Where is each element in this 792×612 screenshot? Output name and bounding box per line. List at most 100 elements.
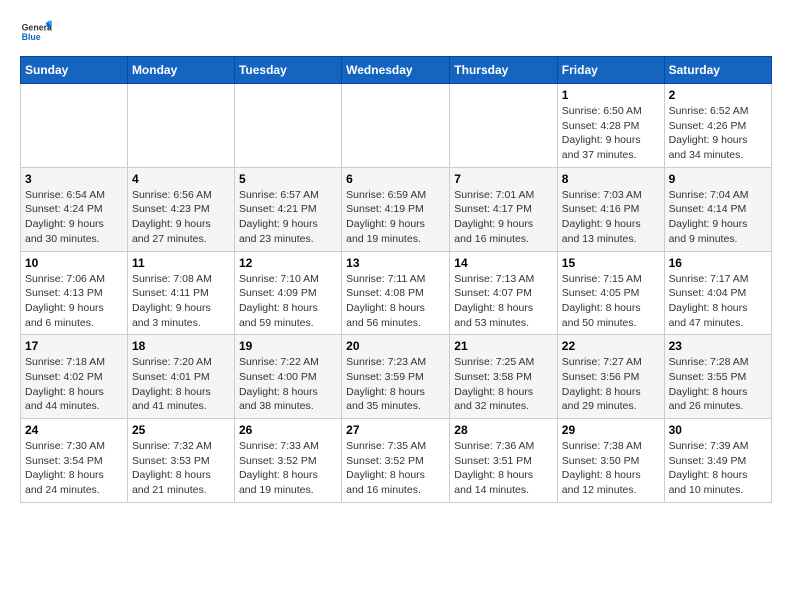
day-number: 24 bbox=[25, 423, 123, 437]
day-number: 11 bbox=[132, 256, 230, 270]
day-number: 5 bbox=[239, 172, 337, 186]
calendar-cell: 26 Sunrise: 7:33 AM Sunset: 3:52 PM Dayli… bbox=[234, 419, 341, 503]
day-number: 20 bbox=[346, 339, 445, 353]
day-number: 7 bbox=[454, 172, 553, 186]
day-number: 19 bbox=[239, 339, 337, 353]
day-detail: Sunrise: 7:10 AM Sunset: 4:09 PM Dayligh… bbox=[239, 272, 337, 331]
day-detail: Sunrise: 7:17 AM Sunset: 4:04 PM Dayligh… bbox=[669, 272, 767, 331]
calendar-cell: 15 Sunrise: 7:15 AM Sunset: 4:05 PM Dayli… bbox=[557, 251, 664, 335]
day-detail: Sunrise: 7:33 AM Sunset: 3:52 PM Dayligh… bbox=[239, 439, 337, 498]
calendar-cell: 3 Sunrise: 6:54 AM Sunset: 4:24 PM Daylig… bbox=[21, 167, 128, 251]
calendar-body: 1 Sunrise: 6:50 AM Sunset: 4:28 PM Daylig… bbox=[21, 84, 772, 503]
day-detail: Sunrise: 7:08 AM Sunset: 4:11 PM Dayligh… bbox=[132, 272, 230, 331]
day-number: 21 bbox=[454, 339, 553, 353]
header-cell-tuesday: Tuesday bbox=[234, 57, 341, 84]
calendar-cell: 19 Sunrise: 7:22 AM Sunset: 4:00 PM Dayli… bbox=[234, 335, 341, 419]
day-number: 17 bbox=[25, 339, 123, 353]
calendar-cell: 21 Sunrise: 7:25 AM Sunset: 3:58 PM Dayli… bbox=[450, 335, 558, 419]
header-cell-sunday: Sunday bbox=[21, 57, 128, 84]
day-detail: Sunrise: 7:25 AM Sunset: 3:58 PM Dayligh… bbox=[454, 355, 553, 414]
day-number: 15 bbox=[562, 256, 660, 270]
calendar-cell: 28Sunrise: 7:36 AM Sunset: 3:51 PM Dayli… bbox=[450, 419, 558, 503]
day-number: 3 bbox=[25, 172, 123, 186]
svg-text:Blue: Blue bbox=[22, 32, 41, 42]
day-detail: Sunrise: 7:20 AM Sunset: 4:01 PM Dayligh… bbox=[132, 355, 230, 414]
header-cell-friday: Friday bbox=[557, 57, 664, 84]
calendar-cell: 14 Sunrise: 7:13 AM Sunset: 4:07 PM Dayli… bbox=[450, 251, 558, 335]
day-detail: Sunrise: 7:30 AM Sunset: 3:54 PM Dayligh… bbox=[25, 439, 123, 498]
calendar-cell bbox=[234, 84, 341, 168]
calendar-cell: 2Sunrise: 6:52 AM Sunset: 4:26 PM Daylig… bbox=[664, 84, 771, 168]
day-number: 1 bbox=[562, 88, 660, 102]
day-number: 16 bbox=[669, 256, 767, 270]
day-detail: Sunrise: 7:03 AM Sunset: 4:16 PM Dayligh… bbox=[562, 188, 660, 247]
header-cell-wednesday: Wednesday bbox=[342, 57, 450, 84]
header-cell-monday: Monday bbox=[127, 57, 234, 84]
logo: General Blue bbox=[20, 16, 58, 48]
day-number: 13 bbox=[346, 256, 445, 270]
calendar-cell: 13 Sunrise: 7:11 AM Sunset: 4:08 PM Dayli… bbox=[342, 251, 450, 335]
calendar-cell: 12Sunrise: 7:10 AM Sunset: 4:09 PM Dayli… bbox=[234, 251, 341, 335]
day-number: 25 bbox=[132, 423, 230, 437]
day-number: 27 bbox=[346, 423, 445, 437]
logo-icon: General Blue bbox=[20, 16, 52, 48]
calendar-cell bbox=[450, 84, 558, 168]
day-detail: Sunrise: 7:35 AM Sunset: 3:52 PM Dayligh… bbox=[346, 439, 445, 498]
day-detail: Sunrise: 7:11 AM Sunset: 4:08 PM Dayligh… bbox=[346, 272, 445, 331]
calendar-cell: 11 Sunrise: 7:08 AM Sunset: 4:11 PM Dayli… bbox=[127, 251, 234, 335]
calendar-week-5: 24 Sunrise: 7:30 AM Sunset: 3:54 PM Dayli… bbox=[21, 419, 772, 503]
header-cell-saturday: Saturday bbox=[664, 57, 771, 84]
day-number: 4 bbox=[132, 172, 230, 186]
day-detail: Sunrise: 7:28 AM Sunset: 3:55 PM Dayligh… bbox=[669, 355, 767, 414]
day-number: 10 bbox=[25, 256, 123, 270]
calendar-cell: 7 Sunrise: 7:01 AM Sunset: 4:17 PM Daylig… bbox=[450, 167, 558, 251]
day-detail: Sunrise: 7:36 AM Sunset: 3:51 PM Dayligh… bbox=[454, 439, 553, 498]
day-number: 23 bbox=[669, 339, 767, 353]
calendar-cell: 8 Sunrise: 7:03 AM Sunset: 4:16 PM Daylig… bbox=[557, 167, 664, 251]
calendar-cell bbox=[127, 84, 234, 168]
calendar-cell: 24 Sunrise: 7:30 AM Sunset: 3:54 PM Dayli… bbox=[21, 419, 128, 503]
calendar-table: SundayMondayTuesdayWednesdayThursdayFrid… bbox=[20, 56, 772, 503]
day-detail: Sunrise: 6:56 AM Sunset: 4:23 PM Dayligh… bbox=[132, 188, 230, 247]
calendar-cell: 29Sunrise: 7:38 AM Sunset: 3:50 PM Dayli… bbox=[557, 419, 664, 503]
day-detail: Sunrise: 7:18 AM Sunset: 4:02 PM Dayligh… bbox=[25, 355, 123, 414]
day-detail: Sunrise: 7:06 AM Sunset: 4:13 PM Dayligh… bbox=[25, 272, 123, 331]
day-detail: Sunrise: 7:27 AM Sunset: 3:56 PM Dayligh… bbox=[562, 355, 660, 414]
header: General Blue bbox=[20, 16, 772, 48]
day-detail: Sunrise: 7:15 AM Sunset: 4:05 PM Dayligh… bbox=[562, 272, 660, 331]
calendar-cell: 18Sunrise: 7:20 AM Sunset: 4:01 PM Dayli… bbox=[127, 335, 234, 419]
day-number: 29 bbox=[562, 423, 660, 437]
calendar-week-3: 10 Sunrise: 7:06 AM Sunset: 4:13 PM Dayli… bbox=[21, 251, 772, 335]
day-detail: Sunrise: 7:39 AM Sunset: 3:49 PM Dayligh… bbox=[669, 439, 767, 498]
calendar-cell: 5Sunrise: 6:57 AM Sunset: 4:21 PM Daylig… bbox=[234, 167, 341, 251]
day-detail: Sunrise: 7:01 AM Sunset: 4:17 PM Dayligh… bbox=[454, 188, 553, 247]
calendar-cell: 9 Sunrise: 7:04 AM Sunset: 4:14 PM Daylig… bbox=[664, 167, 771, 251]
day-number: 14 bbox=[454, 256, 553, 270]
calendar-week-4: 17 Sunrise: 7:18 AM Sunset: 4:02 PM Dayli… bbox=[21, 335, 772, 419]
day-number: 22 bbox=[562, 339, 660, 353]
day-detail: Sunrise: 6:50 AM Sunset: 4:28 PM Dayligh… bbox=[562, 104, 660, 163]
day-detail: Sunrise: 6:54 AM Sunset: 4:24 PM Dayligh… bbox=[25, 188, 123, 247]
calendar-cell: 22 Sunrise: 7:27 AM Sunset: 3:56 PM Dayli… bbox=[557, 335, 664, 419]
day-detail: Sunrise: 7:32 AM Sunset: 3:53 PM Dayligh… bbox=[132, 439, 230, 498]
day-number: 30 bbox=[669, 423, 767, 437]
day-number: 9 bbox=[669, 172, 767, 186]
calendar-cell: 16 Sunrise: 7:17 AM Sunset: 4:04 PM Dayli… bbox=[664, 251, 771, 335]
calendar-cell: 27 Sunrise: 7:35 AM Sunset: 3:52 PM Dayli… bbox=[342, 419, 450, 503]
day-detail: Sunrise: 7:04 AM Sunset: 4:14 PM Dayligh… bbox=[669, 188, 767, 247]
calendar-cell: 25 Sunrise: 7:32 AM Sunset: 3:53 PM Dayli… bbox=[127, 419, 234, 503]
calendar-cell: 30 Sunrise: 7:39 AM Sunset: 3:49 PM Dayli… bbox=[664, 419, 771, 503]
calendar-cell: 10 Sunrise: 7:06 AM Sunset: 4:13 PM Dayli… bbox=[21, 251, 128, 335]
calendar-cell bbox=[21, 84, 128, 168]
day-number: 8 bbox=[562, 172, 660, 186]
day-number: 6 bbox=[346, 172, 445, 186]
calendar-header: SundayMondayTuesdayWednesdayThursdayFrid… bbox=[21, 57, 772, 84]
calendar-cell: 20 Sunrise: 7:23 AM Sunset: 3:59 PM Dayli… bbox=[342, 335, 450, 419]
day-detail: Sunrise: 7:13 AM Sunset: 4:07 PM Dayligh… bbox=[454, 272, 553, 331]
day-detail: Sunrise: 7:23 AM Sunset: 3:59 PM Dayligh… bbox=[346, 355, 445, 414]
day-detail: Sunrise: 7:22 AM Sunset: 4:00 PM Dayligh… bbox=[239, 355, 337, 414]
calendar-cell bbox=[342, 84, 450, 168]
header-row: SundayMondayTuesdayWednesdayThursdayFrid… bbox=[21, 57, 772, 84]
calendar-week-1: 1 Sunrise: 6:50 AM Sunset: 4:28 PM Daylig… bbox=[21, 84, 772, 168]
day-number: 26 bbox=[239, 423, 337, 437]
